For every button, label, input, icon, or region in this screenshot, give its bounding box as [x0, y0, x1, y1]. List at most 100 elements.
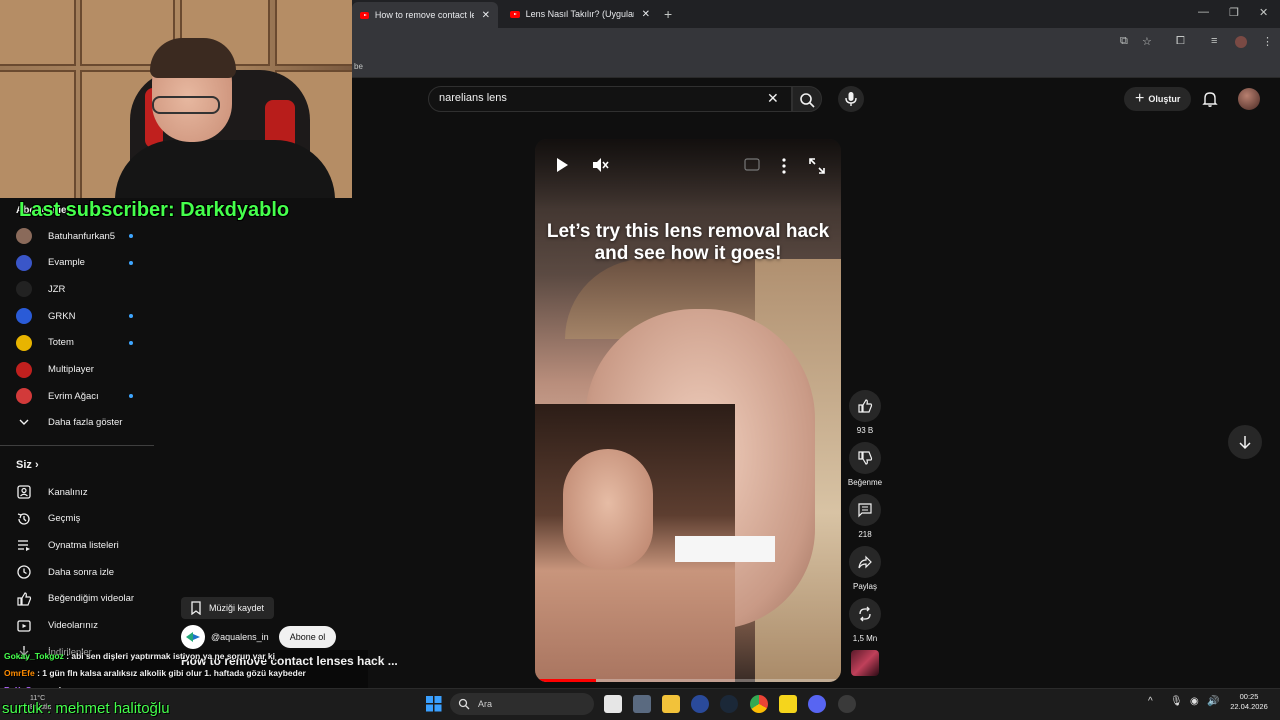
discord-icon[interactable]	[808, 695, 826, 713]
tab-title: How to remove contact lenses	[374, 10, 474, 20]
windows-start-icon[interactable]	[426, 696, 442, 712]
sidebar-item-label: Videolarınız	[48, 620, 98, 631]
calculator-icon[interactable]	[633, 695, 651, 713]
video-progress-bar[interactable]	[535, 679, 841, 682]
sticky-notes-icon[interactable]	[779, 695, 797, 713]
bookmark-item[interactable]: be	[354, 62, 363, 71]
player-top-shade	[535, 139, 841, 209]
steam-icon[interactable]	[720, 695, 738, 713]
subscription-name: JZR	[48, 283, 66, 295]
tab-inactive[interactable]: Lens Nasıl Takılır? (Uygulamalı A ✕	[502, 4, 658, 24]
bookmark-star-icon[interactable]: ☆	[1142, 35, 1152, 48]
chat-text: 1 gün fln kalsa aralıksız alkolik gibi o…	[42, 668, 306, 678]
search-icon	[800, 93, 815, 108]
taskbar-search-placeholder: Ara	[478, 699, 493, 709]
you-heading-label: Siz	[16, 459, 32, 471]
extensions-icon[interactable]: ⧠	[1176, 35, 1185, 48]
remix-count: 1,5 Mn	[852, 634, 878, 643]
sidebar-subscription-item[interactable]: Totem	[0, 330, 154, 356]
sidebar-item-watch-later[interactable]: Daha sonra izle	[0, 559, 154, 585]
remix-button[interactable]	[849, 598, 881, 630]
clear-search-icon[interactable]: ✕	[767, 90, 779, 107]
app-icon[interactable]	[838, 695, 856, 713]
closed-captions-icon[interactable]	[744, 158, 760, 172]
tab-active[interactable]: How to remove contact lenses ✕	[352, 2, 498, 28]
cabinet-panel	[0, 70, 76, 198]
stream-bottom-overlay: surtuk : mehmet halitoğlu	[2, 700, 170, 717]
file-explorer-icon[interactable]	[662, 695, 680, 713]
minimize-button[interactable]: —	[1198, 6, 1209, 18]
more-options-icon[interactable]	[778, 157, 790, 175]
fullscreen-icon[interactable]	[808, 157, 826, 175]
like-button[interactable]	[849, 390, 881, 422]
channel-avatar	[16, 281, 32, 298]
account-avatar[interactable]	[1238, 88, 1260, 110]
network-icon[interactable]: ◉	[1190, 696, 1199, 707]
create-button[interactable]: + Oluştur	[1124, 87, 1192, 111]
close-tab-icon[interactable]: ✕	[642, 9, 650, 20]
subscription-name: Totem	[48, 337, 74, 349]
close-tab-icon[interactable]: ✕	[482, 10, 490, 21]
task-view-icon[interactable]	[604, 695, 622, 713]
new-tab-button[interactable]: +	[664, 6, 672, 22]
share-label: Paylaş	[852, 582, 877, 591]
chrome-icon[interactable]	[750, 695, 768, 713]
channel-avatar	[16, 361, 32, 378]
show-hidden-icons-icon[interactable]: ^	[1148, 696, 1153, 707]
close-window-button[interactable]: ✕	[1259, 6, 1268, 19]
microphone-tray-icon[interactable]: 🎙	[1170, 696, 1183, 707]
webcam-feed	[0, 0, 352, 198]
taskbar-search[interactable]: Ara	[450, 693, 594, 715]
system-clock[interactable]: 00:25 22.04.2026	[1226, 692, 1272, 712]
you-heading[interactable]: Siz ›	[16, 459, 39, 471]
sidebar-item-channel[interactable]: Kanalınız	[0, 479, 154, 505]
sidebar-item-label: Oynatma listeleri	[48, 539, 119, 551]
restore-button[interactable]: ❐	[1229, 6, 1239, 19]
youtube-favicon-icon	[510, 10, 520, 18]
subscribe-button[interactable]: Abone ol	[278, 626, 337, 648]
streamer-hair	[150, 38, 236, 78]
show-more-button[interactable]: Daha fazla göster	[0, 409, 154, 435]
chat-message: Gokay_Tokgoz : abi sen dişleri yaptırmak…	[4, 651, 275, 661]
sidebar-subscription-item[interactable]: Multiplayer	[0, 357, 154, 383]
sidebar-subscription-item[interactable]: Evample	[0, 250, 154, 276]
search-input[interactable]	[439, 92, 739, 104]
browser-menu-icon[interactable]: ⋮	[1262, 35, 1273, 48]
notifications-bell-icon[interactable]	[1201, 90, 1219, 108]
comments-button[interactable]	[849, 494, 881, 526]
dislike-button[interactable]	[849, 442, 881, 474]
cast-icon[interactable]: ⧉	[1120, 35, 1128, 48]
volume-icon[interactable]: 🔊	[1207, 696, 1219, 707]
sidebar-item-your-videos[interactable]: Videolarınız	[0, 613, 154, 639]
cabinet-panel	[275, 0, 352, 66]
subscription-name: Batuhanfurkan5	[48, 230, 116, 242]
channel-name[interactable]: @aqualens_in	[211, 632, 269, 642]
next-short-button[interactable]	[1228, 425, 1262, 459]
play-icon[interactable]	[553, 155, 571, 175]
sidebar-item-history[interactable]: Geçmiş	[0, 506, 154, 532]
youtube-favicon-icon	[360, 11, 369, 19]
sidebar-subscription-item[interactable]: Evrim Ağacı	[0, 383, 154, 409]
audio-thumbnail[interactable]	[851, 650, 879, 676]
playlists-icon	[16, 537, 32, 553]
aqualens-logo-icon	[186, 632, 200, 642]
new-content-dot	[129, 394, 133, 399]
chat-username: OmrEfe	[4, 668, 35, 678]
share-icon	[858, 555, 872, 569]
sidebar-item-liked[interactable]: Beğendiğim videolar	[0, 586, 154, 612]
sidebar-item-playlists[interactable]: Oynatma listeleri	[0, 532, 154, 558]
app-icon[interactable]	[691, 695, 709, 713]
channel-avatar	[16, 228, 32, 244]
share-button[interactable]	[849, 546, 881, 578]
voice-search-button[interactable]	[838, 86, 864, 112]
sidebar-subscription-item[interactable]: Batuhanfurkan5	[0, 223, 154, 249]
search-button[interactable]	[792, 86, 822, 112]
short-video-player[interactable]: Let’s try this lens removal hack and see…	[535, 139, 841, 682]
sidebar-subscription-item[interactable]: GRKN	[0, 303, 154, 329]
profile-avatar-icon[interactable]	[1235, 36, 1247, 48]
save-music-button[interactable]: Müziği kaydet	[181, 597, 275, 619]
sidebar-subscription-item[interactable]: JZR	[0, 276, 154, 302]
media-control-icon[interactable]: ≡	[1211, 35, 1217, 47]
channel-avatar[interactable]	[181, 625, 205, 649]
muted-volume-icon[interactable]	[590, 155, 610, 175]
